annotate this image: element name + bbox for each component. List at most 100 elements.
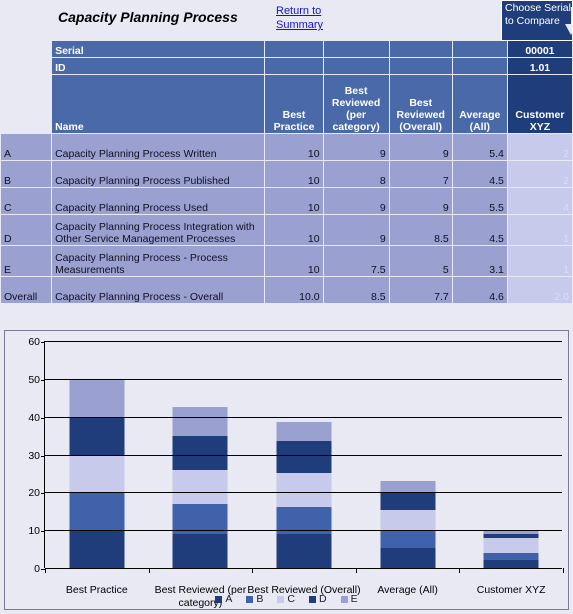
stacked-bar-chart: 0 10 20 30 40 50 60 Best Practice Best Reviewed …	[4, 330, 569, 610]
chart-gridline: 30	[28, 450, 562, 462]
cell-customer-xyz: 2.0	[507, 277, 572, 303]
cell-best-reviewed-category: 9	[323, 134, 389, 160]
legend-swatch-icon	[246, 596, 254, 603]
table-row: C Capacity Planning Process Used 10 9 9 …	[1, 188, 572, 214]
cell-best-reviewed-overall: 9	[389, 134, 452, 160]
id-blank-brc	[323, 58, 389, 74]
y-axis-tick	[41, 379, 45, 381]
y-axis-tick-label: 30	[28, 449, 40, 462]
bar-segment-A	[69, 530, 125, 568]
cell-best-reviewed-category: 9	[323, 215, 389, 245]
chart-gridline: 20	[28, 487, 562, 499]
cell-customer-xyz: 1	[507, 215, 572, 245]
bar-segment-E	[276, 422, 332, 442]
y-axis-tick-label: 40	[28, 411, 40, 424]
legend-label: B	[256, 593, 264, 605]
chart-bar-1	[69, 378, 125, 568]
cell-best-reviewed-overall: 8.5	[389, 215, 452, 245]
serial-blank-bro	[389, 41, 452, 57]
spacer-cell	[1, 75, 52, 133]
choose-serial-to-compare-box[interactable]: Choose Serial to Compare	[501, 0, 573, 41]
id-label: ID	[52, 58, 265, 74]
table-column-header-row: Name Best Practice Best Reviewed (per ca…	[1, 75, 572, 133]
spacer-cell	[1, 58, 52, 74]
y-axis-tick-label: 0	[34, 563, 40, 575]
bar-segment-E	[380, 481, 436, 493]
legend-label: C	[287, 593, 295, 605]
table-row: A Capacity Planning Process Written 10 9…	[1, 134, 572, 160]
cell-best-reviewed-overall: 5	[389, 246, 452, 276]
row-key: Overall	[1, 277, 52, 303]
row-key: D	[1, 215, 52, 245]
serial-blank-avg	[452, 41, 507, 57]
column-header-best-practice: Best Practice	[265, 75, 323, 133]
bar-segment-E	[172, 407, 228, 436]
x-axis-tick	[563, 568, 564, 573]
legend-swatch-icon	[215, 596, 223, 603]
chart-gridline: 50	[28, 374, 562, 386]
table-row: D Capacity Planning Process Integration …	[1, 215, 572, 245]
cell-best-reviewed-overall: 7.7	[389, 277, 452, 303]
cell-best-reviewed-category: 8	[323, 161, 389, 187]
bar-segment-A	[276, 533, 332, 568]
legend-label: A	[225, 593, 233, 605]
row-name: Capacity Planning Process Used	[52, 188, 265, 214]
cell-customer-xyz: 1	[507, 246, 572, 276]
bar-segment-C	[380, 509, 436, 531]
x-axis-tick	[355, 568, 357, 573]
column-header-average-all: Average (All)	[452, 75, 507, 133]
chart-bar-4	[380, 481, 436, 568]
legend-item-C: C	[277, 593, 295, 605]
chart-gridline: 40	[28, 412, 562, 424]
bar-segment-D	[172, 435, 228, 470]
bar-segment-B	[69, 492, 125, 531]
legend-item-A: A	[215, 593, 232, 605]
column-header-best-reviewed-overall: Best Reviewed (Overall)	[389, 75, 452, 133]
cell-best-reviewed-category: 7.5	[323, 246, 389, 276]
bar-segment-D	[276, 441, 332, 474]
table-row: Overall Capacity Planning Process - Over…	[1, 277, 572, 303]
y-axis-tick	[41, 493, 45, 495]
bar-segment-C	[69, 454, 125, 493]
legend-item-E: E	[340, 593, 358, 605]
table-row: E Capacity Planning Process - Process Me…	[1, 246, 572, 276]
id-blank-bro	[389, 58, 452, 74]
bar-segment-D	[380, 492, 436, 510]
serial-blank-brc	[323, 41, 389, 57]
y-axis-tick-label: 60	[28, 336, 40, 348]
column-header-best-reviewed-category: Best Reviewed (per category)	[323, 75, 389, 133]
column-header-name: Name	[52, 75, 265, 133]
chart-gridline: 60	[28, 336, 562, 348]
spacer-cell	[1, 41, 52, 57]
page-title: Capacity Planning Process	[58, 9, 238, 25]
cell-customer-xyz: 4	[507, 188, 572, 214]
chart-bar-5	[483, 530, 539, 568]
serial-label: Serial	[52, 41, 265, 57]
choose-serial-label: Choose Serial to Compare	[505, 2, 571, 27]
return-to-summary-link[interactable]: Return to Summary	[276, 4, 346, 32]
cell-best-practice: 10	[265, 134, 323, 160]
cell-best-reviewed-category: 8.5	[323, 277, 389, 303]
comparison-table: Serial 00001 ID 1.01 Name Best Practice …	[0, 40, 573, 304]
legend-item-D: D	[309, 593, 327, 605]
id-blank-avg	[452, 58, 507, 74]
serial-value: 00001	[507, 41, 572, 57]
y-axis-tick-label: 20	[28, 487, 40, 500]
id-value: 1.01	[507, 58, 572, 74]
id-row: ID 1.01	[1, 58, 572, 74]
legend-label: E	[350, 593, 358, 605]
bar-segment-E	[69, 378, 125, 417]
y-axis-tick-label: 50	[28, 373, 40, 386]
cell-best-reviewed-category: 9	[323, 188, 389, 214]
id-blank-bp	[265, 58, 323, 74]
legend-swatch-icon	[309, 596, 316, 603]
cell-best-practice: 10	[265, 215, 323, 245]
cell-best-reviewed-overall: 7	[389, 161, 452, 187]
cell-average-all: 4.6	[452, 277, 507, 303]
row-key: A	[1, 134, 52, 160]
row-key: E	[1, 246, 52, 276]
legend-label: D	[319, 593, 327, 605]
row-name: Capacity Planning Process Written	[52, 134, 265, 160]
x-axis-tick	[252, 568, 254, 573]
chart-plot-area: 0 10 20 30 40 50 60 Best Practice Best Reviewed …	[28, 336, 564, 609]
